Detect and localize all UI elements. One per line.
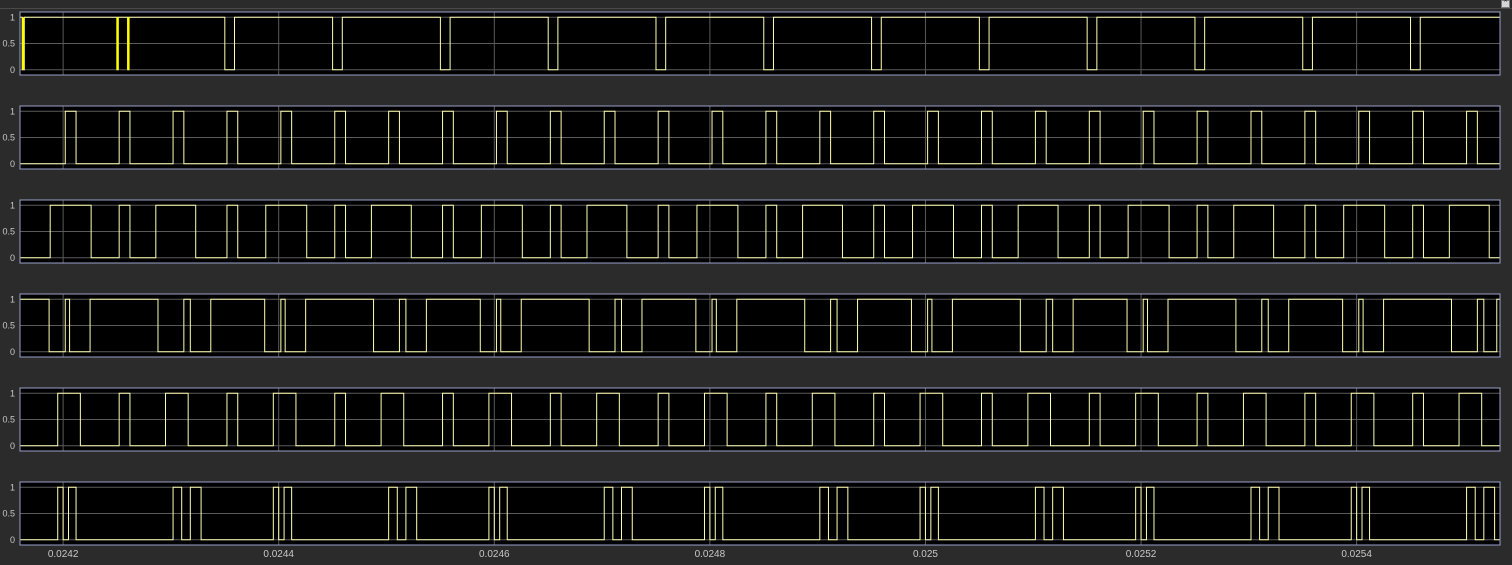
x-tick-label: 0.0252 [1126,549,1157,560]
x-tick-label: 0.0248 [695,549,726,560]
y-tick-label: 1 [10,294,15,304]
y-tick-label: 1 [10,200,15,210]
y-tick-label: 0 [10,253,15,263]
y-tick-label: 0 [10,347,15,357]
y-tick-label: 0 [10,441,15,451]
y-tick-label: 0.5 [2,39,15,49]
y-tick-label: 0.5 [2,133,15,143]
y-tick-label: 1 [10,482,15,492]
x-tick-label: 0.0244 [263,549,294,560]
axes-3[interactable]: 10.50 [2,199,1501,264]
y-tick-label: 0.5 [2,227,15,237]
scope-plots: 10.5010.5010.5010.5010.5010.500.0242 0.02… [2,11,1501,560]
axes-5[interactable]: 10.50 [2,387,1501,452]
y-tick-label: 0.5 [2,415,15,425]
scope-window: ⌃ 1 0.5 0 1 0.5 0 1 0.5 0 1 0.5 0 1 0.5 0 1 0.5 0 0.0242 0.… [0,0,1512,565]
axes-1[interactable]: 10.50 [2,11,1501,76]
y-tick-label: 0 [10,535,15,545]
x-tick-label: 0.025 [913,549,938,560]
axes-2[interactable]: 10.50 [2,105,1501,170]
y-tick-label: 1 [10,106,15,116]
y-tick-label: 1 [10,12,15,22]
y-tick-label: 0 [10,159,15,169]
axes-4[interactable]: 10.50 [2,293,1501,358]
x-tick-label: 0.0246 [479,549,510,560]
y-tick-label: 0.5 [2,321,15,331]
x-tick-label: 0.0242 [48,549,79,560]
y-tick-label: 1 [10,388,15,398]
axes-6[interactable]: 1 0.5 0 0.0242 0.0244 0.0246 0.0248 0.025 0.0252… [2,481,1501,560]
y-tick-label: 0.5 [2,509,15,519]
x-tick-label: 0.0254 [1341,549,1372,560]
y-tick-label: 0 [10,65,15,75]
